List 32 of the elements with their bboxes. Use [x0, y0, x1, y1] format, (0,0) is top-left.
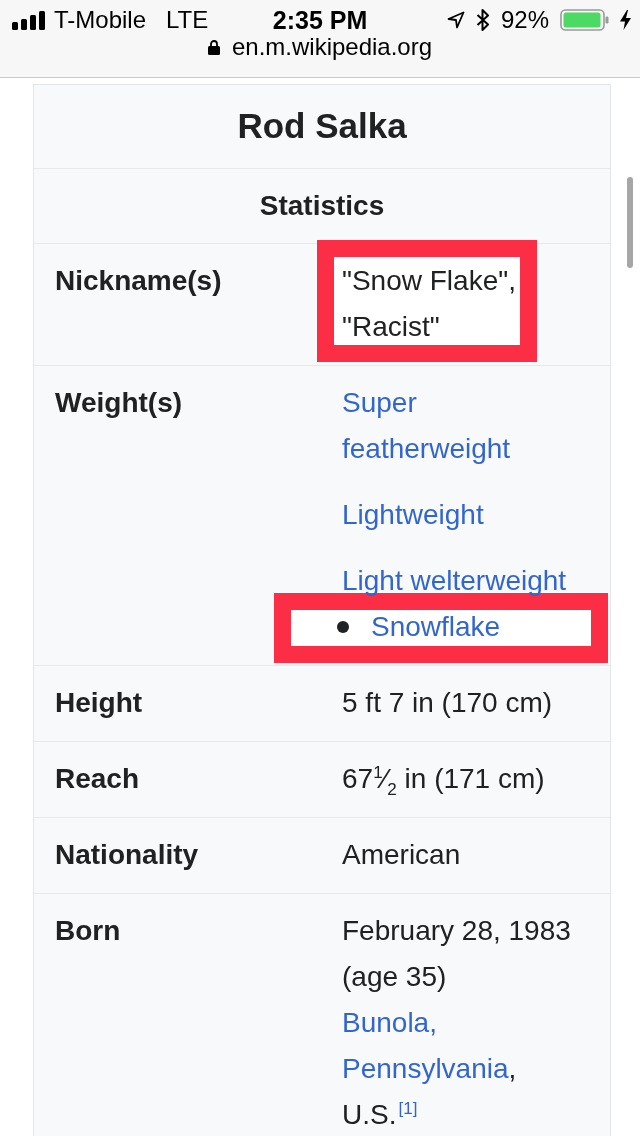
row-label: Born [54, 914, 122, 948]
value-text: 67$^{1}$⁄$_{2}$ in (171 cm) [342, 763, 545, 794]
row-label: Nationality [54, 838, 200, 872]
value-link[interactable]: Light welterweight [342, 558, 567, 604]
value-text: 5 ft 7 in (170 cm) [342, 687, 553, 718]
location-arrow-icon [446, 11, 465, 29]
value-text: American [342, 839, 461, 870]
row-label: Nickname(s) [54, 264, 223, 298]
network-type: LTE [166, 6, 209, 34]
place-link[interactable]: Bunola, [342, 1007, 437, 1038]
bluetooth-icon [475, 9, 490, 31]
charging-bolt-icon [620, 10, 631, 30]
infobox-title: Rod Salka [236, 105, 408, 147]
value-link[interactable]: Super featherweight [342, 380, 572, 472]
row-label: Reach [54, 762, 141, 796]
value-text: U.S. [342, 1099, 397, 1130]
lock-icon [207, 39, 220, 55]
signal-icon [12, 10, 46, 30]
address-text[interactable]: en.m.wikipedia.org [231, 34, 433, 60]
place-link[interactable]: Pennsylvania [342, 1053, 509, 1084]
value-text: "Snow Flake", "Racist" [342, 265, 516, 342]
value-link[interactable]: Lightweight [342, 492, 484, 538]
row-label: Weight(s) [54, 386, 184, 420]
value-text: , [508, 1053, 517, 1084]
carrier-name: T-Mobile [54, 6, 147, 34]
value-link[interactable]: Snowflake [371, 604, 501, 650]
battery-icon [560, 9, 609, 31]
clock: 2:35 PM [272, 6, 368, 34]
battery-percent: 92% [500, 6, 549, 34]
row-label: Height [54, 686, 144, 720]
value-text: February 28, 1983 (age 35) [342, 915, 571, 992]
citation-link[interactable]: [1] [398, 1098, 418, 1118]
